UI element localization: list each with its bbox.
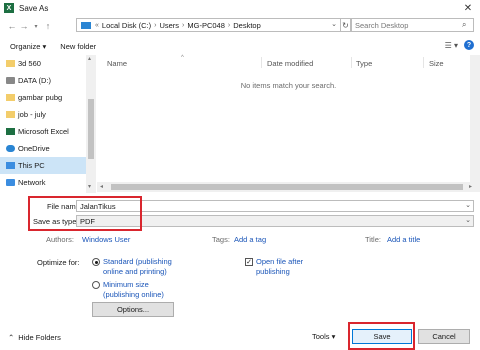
tools-button[interactable]: Tools ▾ (312, 332, 335, 341)
scroll-right-icon[interactable]: ▸ (469, 183, 472, 190)
help-icon[interactable]: ? (464, 40, 474, 50)
hide-folders-label: Hide Folders (18, 333, 61, 342)
radio-minimum-label[interactable]: Minimum size (publishing online) (103, 280, 173, 300)
navigation-bar: ← → ▾ ↑ « Local Disk (C:) › Users › MG-P… (0, 16, 480, 36)
address-bar[interactable]: « Local Disk (C:) › Users › MG-PC048 › D… (76, 18, 341, 32)
search-input[interactable]: Search Desktop (350, 18, 474, 32)
breadcrumb-user[interactable]: MG-PC048 (187, 21, 225, 30)
breadcrumb-users[interactable]: Users (159, 21, 179, 30)
column-type[interactable]: Type (356, 59, 372, 68)
open-after-label[interactable]: Open file after publishing (256, 257, 316, 277)
chevron-right-icon: › (182, 21, 185, 29)
sidebar-item-gambar-pubg[interactable]: gambar pubg (0, 89, 96, 106)
sidebar-item-onedrive[interactable]: OneDrive (0, 140, 96, 157)
sidebar-item-microsoft-excel[interactable]: Microsoft Excel (0, 123, 96, 140)
address-dropdown-icon[interactable]: ⌄ (331, 20, 337, 28)
search-icon[interactable]: ⌕ (462, 20, 476, 30)
column-divider[interactable] (351, 57, 352, 68)
chevron-right-icon: › (227, 21, 231, 29)
crumb-overflow[interactable]: « (95, 22, 99, 29)
navigation-pane: 3d 560 DATA (D:) gambar pubg job - july … (0, 55, 96, 193)
column-headers: ^ Name Date modified Type Size (97, 55, 480, 69)
scroll-left-icon[interactable]: ◂ (100, 183, 103, 190)
empty-list-message: No items match your search. (240, 81, 337, 90)
scroll-up-icon[interactable]: ▴ (88, 55, 91, 62)
title-bar: X Save As ✕ (0, 0, 480, 16)
authors-label: Authors: (46, 235, 74, 244)
up-icon[interactable]: ↑ (42, 21, 54, 31)
hide-folders-button[interactable]: ⌃ Hide Folders (8, 333, 61, 342)
chevron-right-icon: › (154, 21, 157, 29)
new-folder-button[interactable]: New folder (60, 42, 96, 51)
sidebar-item-label: job - july (18, 110, 46, 119)
back-icon[interactable]: ← (6, 21, 18, 31)
folder-icon (6, 111, 15, 118)
tags-label: Tags: (212, 235, 230, 244)
sidebar-item-label: 3d 560 (18, 59, 41, 68)
highlight-box-save (348, 322, 415, 350)
file-list-vertical-scrollbar[interactable] (470, 55, 480, 182)
pc-icon (6, 162, 15, 169)
optimize-for-label: Optimize for: (37, 258, 80, 267)
close-button[interactable]: ✕ (460, 1, 476, 15)
view-options-icon[interactable]: ☰ ▾ (445, 41, 458, 50)
excel-icon (6, 128, 15, 135)
sidebar-item-data-drive[interactable]: DATA (D:) (0, 72, 96, 89)
sidebar-scrollbar[interactable]: ▴ ▾ (86, 55, 96, 193)
breadcrumb-desktop[interactable]: Desktop (233, 21, 261, 30)
this-pc-icon (81, 21, 91, 29)
sidebar-item-label: gambar pubg (18, 93, 63, 102)
organize-button[interactable]: Organize ▾ (10, 42, 46, 51)
command-toolbar: Organize ▾ New folder ☰ ▾ ? (0, 38, 480, 54)
network-icon (6, 179, 15, 186)
sidebar-item-label: OneDrive (18, 144, 50, 153)
save-as-type-dropdown-icon[interactable]: ⌄ (465, 216, 471, 224)
sidebar-item-label: DATA (D:) (18, 76, 52, 85)
collapse-icon: ⌃ (8, 333, 15, 342)
folder-icon (6, 60, 15, 67)
tags-value[interactable]: Add a tag (234, 235, 266, 244)
file-name-dropdown-icon[interactable]: ⌄ (465, 201, 471, 209)
radio-standard[interactable] (92, 258, 100, 266)
sidebar-item-network[interactable]: Network (0, 174, 96, 191)
drive-icon (6, 77, 15, 84)
sidebar-item-3d-560[interactable]: 3d 560 (0, 55, 96, 72)
sidebar-item-label: Network (18, 178, 46, 187)
cancel-button[interactable]: Cancel (418, 329, 470, 344)
sort-caret-icon: ^ (181, 55, 184, 61)
column-divider[interactable] (423, 57, 424, 68)
highlight-box-filename (28, 196, 142, 231)
authors-value[interactable]: Windows User (82, 235, 130, 244)
column-name[interactable]: Name (107, 59, 127, 68)
folder-icon (6, 94, 15, 101)
open-after-checkbox[interactable]: ✓ (245, 258, 253, 266)
column-date-modified[interactable]: Date modified (267, 59, 313, 68)
save-form: File name: JalanTikus ⌄ Save as type: PD… (0, 195, 480, 350)
radio-standard-label[interactable]: Standard (publishing online and printing… (103, 257, 183, 277)
horizontal-scroll-thumb[interactable] (111, 184, 463, 190)
column-divider[interactable] (261, 57, 262, 68)
recent-locations-icon[interactable]: ▾ (30, 23, 42, 30)
sidebar-item-this-pc[interactable]: This PC (0, 157, 96, 174)
sidebar-item-job-july[interactable]: job - july (0, 106, 96, 123)
forward-icon[interactable]: → (18, 21, 30, 31)
radio-minimum[interactable] (92, 281, 100, 289)
title-label: Title: (365, 235, 381, 244)
sidebar-item-label: Microsoft Excel (18, 127, 69, 136)
title-value[interactable]: Add a title (387, 235, 420, 244)
file-list-horizontal-scrollbar[interactable]: ◂ ▸ (97, 182, 480, 192)
excel-app-icon: X (4, 3, 14, 13)
onedrive-icon (6, 145, 15, 152)
file-list[interactable]: ^ Name Date modified Type Size No items … (97, 55, 480, 183)
window-title: Save As (19, 3, 49, 13)
column-size[interactable]: Size (429, 59, 444, 68)
sidebar-scroll-thumb[interactable] (88, 99, 94, 159)
sidebar-item-label: This PC (18, 161, 45, 170)
breadcrumb-local-disk[interactable]: Local Disk (C:) (102, 21, 151, 30)
options-button[interactable]: Options... (92, 302, 174, 317)
scroll-down-icon[interactable]: ▾ (88, 183, 91, 190)
